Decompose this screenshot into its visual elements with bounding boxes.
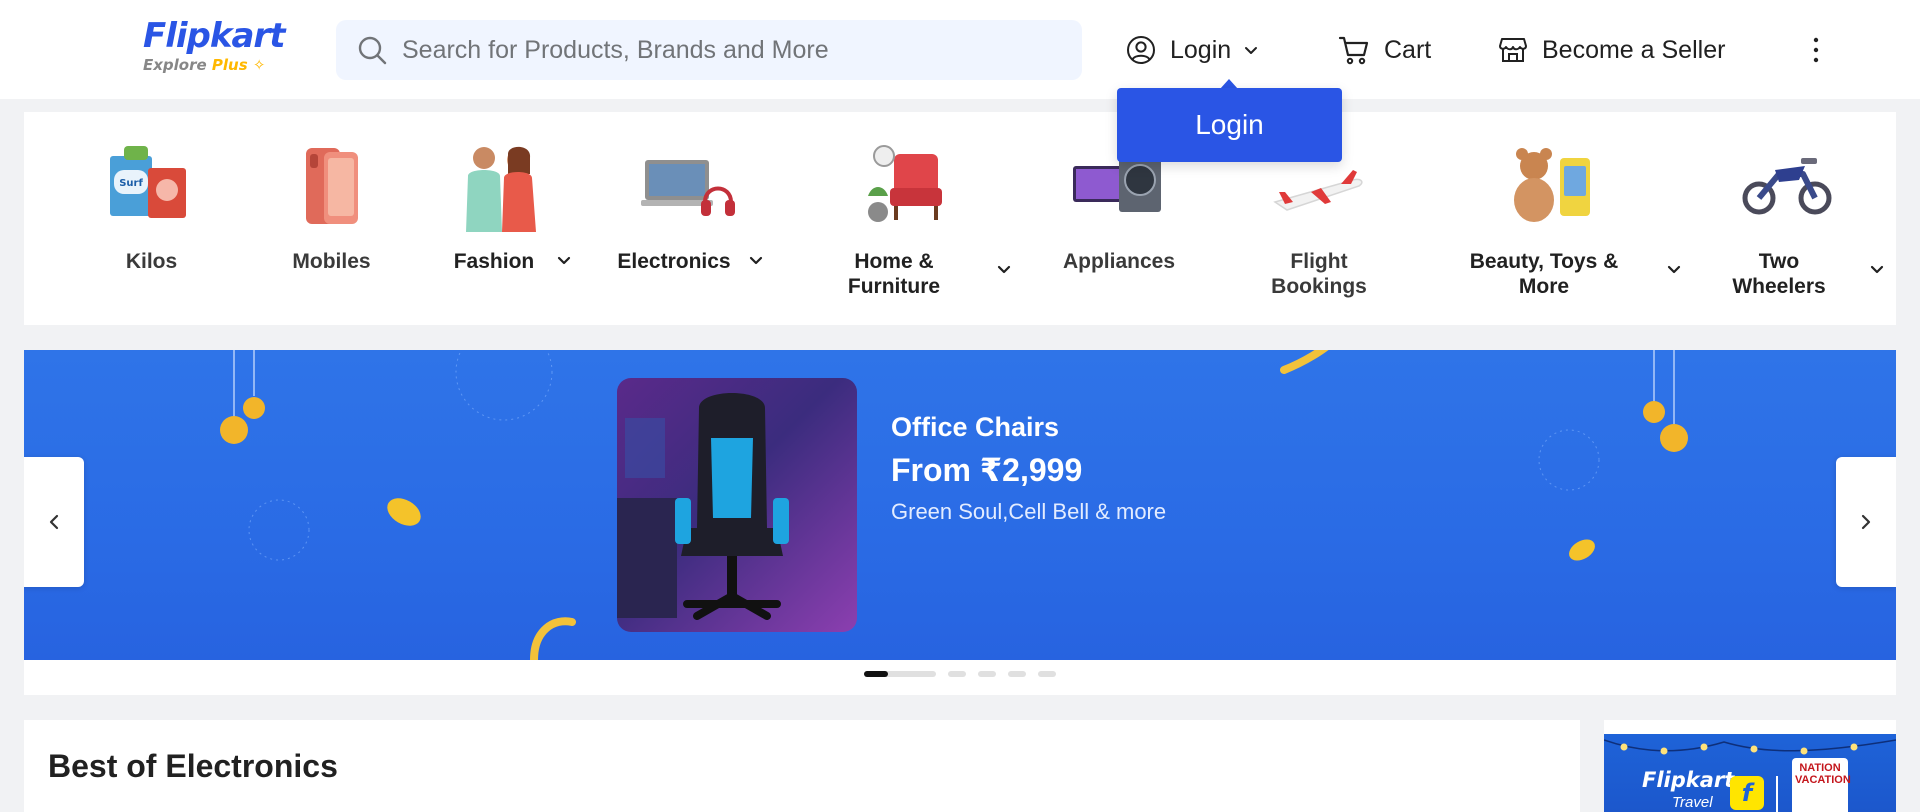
category-two-wheelers[interactable]: Two Wheelers [1699,112,1884,325]
ad-brand-sub: Travel [1672,794,1713,811]
ad-brand: Flipkart [1642,768,1735,792]
seller-label: Become a Seller [1542,35,1726,64]
logo-tagline: Explore Plus ✧ [143,56,266,74]
flipkart-travel-ad[interactable]: Flipkart Travel f NATION VACATION [1604,720,1896,812]
carousel-dot[interactable] [1038,671,1056,677]
carousel-dot[interactable] [948,671,966,677]
chevron-down-icon [749,256,763,265]
chevron-down-icon [1870,265,1884,274]
chevron-down-icon [997,265,1011,274]
chevron-down-icon [1245,47,1258,54]
category-label: Appliances [1062,250,1176,273]
motorcycle-image [1742,158,1832,215]
svg-text:Surf: Surf [119,178,143,189]
store-icon [1499,38,1527,62]
chevron-left-icon [49,514,59,530]
category-home-furniture[interactable]: Home & Furniture [814,112,1014,325]
electronics-image [641,160,735,216]
category-beauty-toys[interactable]: Beauty, Toys & More [1424,112,1684,325]
mobiles-image [306,148,358,224]
carousel-dot[interactable] [978,671,996,677]
category-label: Flight Bookings [1271,250,1367,298]
best-of-electronics-section: Best of Electronics [24,720,1580,812]
category-label: Fashion [453,250,535,273]
category-label: Beauty, Toys & More [1469,250,1619,298]
search-input[interactable] [402,35,1062,65]
carousel-prev-button[interactable] [24,457,84,587]
category-fashion[interactable]: Fashion [434,112,584,325]
logo-wordmark: Flipkart [143,16,285,56]
banner-price: From ₹2,999 [891,452,1083,488]
category-label: Mobiles [292,250,371,273]
grocery-image: Surf [110,146,186,218]
become-seller-button[interactable]: Become a Seller [1498,32,1725,68]
cart-button[interactable]: Cart [1338,32,1431,68]
nation-vacation-badge: NATION VACATION [1792,758,1851,812]
ad-divider [1776,776,1778,812]
category-label: Two Wheelers [1732,250,1826,298]
office-chair-image [617,378,857,632]
category-bar: Surf Kilos Mobiles Fashion Electronics H… [24,112,1896,325]
ad-banner: Flipkart Travel f NATION VACATION [1604,734,1896,812]
banner-subtitle: Green Soul,Cell Bell & more [891,499,1167,524]
login-dropdown[interactable]: Login [1117,88,1342,162]
plus-star-icon: ✧ [252,56,266,74]
banner-title: Office Chairs [891,412,1060,442]
hero-carousel: Office Chairs From ₹2,999 Green Soul,Cel… [24,350,1896,695]
user-icon [1127,36,1155,64]
header: Flipkart Explore Plus ✧ Login Cart [0,0,1920,99]
chevron-down-icon [1667,265,1681,274]
carousel-dot-active[interactable] [864,671,936,677]
string-lights-decoration [1604,739,1896,755]
search-icon [358,36,387,65]
cart-label: Cart [1384,35,1432,64]
more-options-button[interactable] [1806,32,1826,68]
login-button[interactable]: Login [1126,32,1259,68]
login-label: Login [1170,35,1232,64]
dropdown-login-label: Login [1195,109,1264,140]
flipkart-f-icon: f [1730,776,1764,810]
carousel-next-button[interactable] [1836,457,1896,587]
search-bar[interactable] [336,20,1082,80]
carousel-dot[interactable] [1008,671,1026,677]
furniture-image [868,145,942,222]
carousel-indicators [864,671,1068,677]
chevron-right-icon [1861,514,1871,530]
category-label: Electronics [617,250,731,273]
flipkart-logo[interactable]: Flipkart Explore Plus ✧ [143,16,285,78]
category-electronics[interactable]: Electronics [604,112,774,325]
chevron-down-icon [557,256,571,265]
banner-text: Office Chairs From ₹2,999 Green Soul,Cel… [891,412,1166,525]
toys-image [1514,148,1590,222]
category-label: Home & Furniture [847,250,941,298]
cart-icon [1338,36,1369,65]
category-kilos[interactable]: Surf Kilos [84,112,219,325]
category-label: Kilos [125,250,178,273]
banner-slide[interactable]: Office Chairs From ₹2,999 Green Soul,Cel… [24,350,1896,660]
category-mobiles[interactable]: Mobiles [264,112,399,325]
vertical-dots-icon [1813,37,1819,63]
fashion-image [466,146,536,232]
section-title: Best of Electronics [48,748,338,784]
